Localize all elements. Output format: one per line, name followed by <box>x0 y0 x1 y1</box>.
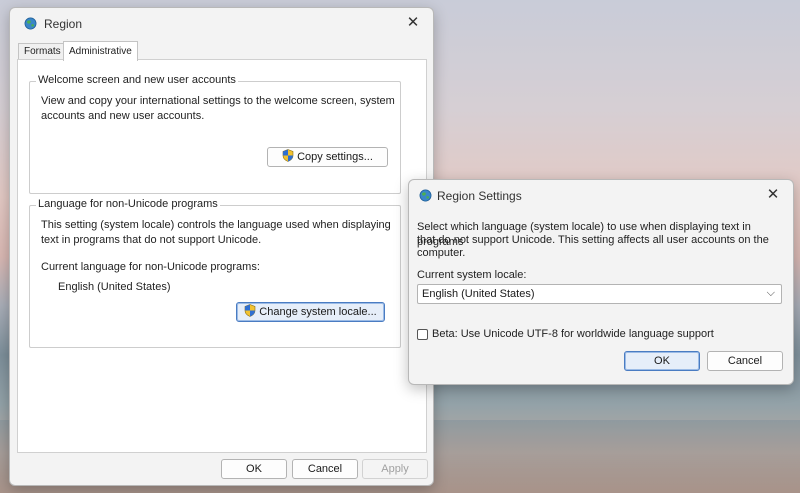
settings-ok-button[interactable]: OK <box>624 351 700 371</box>
utf8-beta-checkbox[interactable] <box>417 329 428 340</box>
non-unicode-description-line1: This setting (system locale) controls th… <box>41 219 391 231</box>
uac-shield-icon <box>244 304 256 317</box>
settings-titlebar: Region Settings ✕ <box>409 180 793 210</box>
region-titlebar: Region ✕ <box>10 8 433 38</box>
system-locale-value: English (United States) <box>422 288 535 300</box>
change-system-locale-label: Change system locale... <box>259 306 377 318</box>
region-close-button[interactable]: ✕ <box>403 14 423 32</box>
region-ok-button[interactable]: OK <box>221 459 287 479</box>
region-settings-dialog: Region Settings ✕ Select which language … <box>408 179 794 385</box>
close-icon: ✕ <box>406 14 420 31</box>
welcome-group: Welcome screen and new user accounts Vie… <box>29 74 401 194</box>
uac-shield-icon <box>282 149 294 162</box>
settings-cancel-button[interactable]: Cancel <box>707 351 783 371</box>
region-cancel-button[interactable]: Cancel <box>292 459 358 479</box>
system-locale-select[interactable]: English (United States) ⌵ <box>417 284 782 304</box>
settings-close-button[interactable]: ✕ <box>763 186 783 204</box>
administrative-panel: Welcome screen and new user accounts Vie… <box>17 59 427 453</box>
settings-description-line3: computer. <box>417 247 466 259</box>
globe-icon <box>419 189 432 202</box>
welcome-description-line2: accounts and new user accounts. <box>41 110 205 122</box>
copy-settings-button[interactable]: Copy settings... <box>267 147 388 167</box>
region-window-title: Region <box>44 17 83 31</box>
settings-description-line2: that do not support Unicode. This settin… <box>417 234 769 246</box>
welcome-description-line1: View and copy your international setting… <box>41 95 395 107</box>
chevron-down-icon: ⌵ <box>766 287 775 299</box>
welcome-group-title: Welcome screen and new user accounts <box>36 74 238 86</box>
settings-dialog-title: Region Settings <box>437 189 522 203</box>
non-unicode-group-title: Language for non-Unicode programs <box>36 198 220 210</box>
change-system-locale-button[interactable]: Change system locale... <box>236 302 385 322</box>
tab-formats[interactable]: Formats <box>18 43 67 60</box>
system-locale-label: Current system locale: <box>417 269 527 281</box>
region-window: Region ✕ Formats Administrative Welcome … <box>9 7 434 486</box>
non-unicode-group: Language for non-Unicode programs This s… <box>29 198 401 348</box>
current-language-label: Current language for non-Unicode program… <box>41 261 260 273</box>
region-apply-button[interactable]: Apply <box>362 459 428 479</box>
utf8-beta-label: Beta: Use Unicode UTF-8 for worldwide la… <box>432 328 714 340</box>
current-language-value: English (United States) <box>58 281 171 293</box>
globe-icon <box>24 17 37 30</box>
close-icon: ✕ <box>766 186 780 203</box>
non-unicode-description-line2: text in programs that do not support Uni… <box>41 234 262 246</box>
copy-settings-label: Copy settings... <box>297 151 373 163</box>
tab-administrative[interactable]: Administrative <box>63 41 138 61</box>
